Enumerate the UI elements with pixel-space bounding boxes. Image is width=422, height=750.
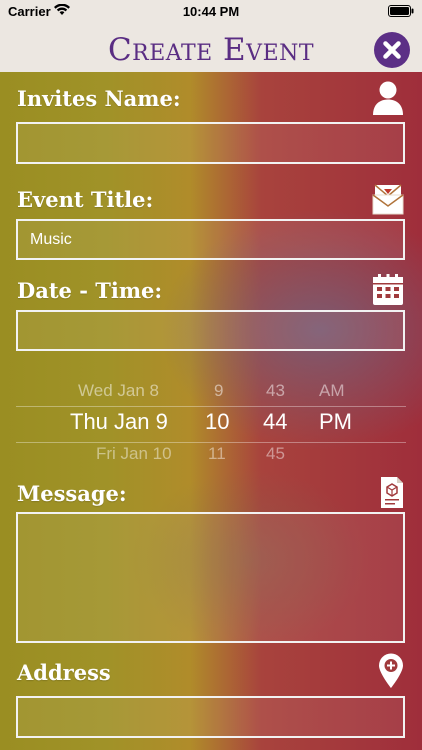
calendar-icon[interactable] <box>372 273 404 306</box>
picker-period: PM <box>319 409 352 434</box>
date-time-input[interactable] <box>16 310 405 351</box>
picker-date: Thu Jan 9 <box>70 409 168 434</box>
picker-date: Fri Jan 10 <box>96 444 172 463</box>
picker-period: AM <box>319 381 345 400</box>
picker-hour: 10 <box>205 409 230 434</box>
picker-minute: 45 <box>266 444 285 463</box>
picker-row-selected[interactable]: Thu Jan 9 10 44 PM <box>16 409 406 439</box>
close-button[interactable] <box>374 32 410 68</box>
status-time: 10:44 PM <box>182 4 240 19</box>
event-title-label: Event Title: <box>17 187 154 212</box>
picker-hour: 11 <box>208 444 226 463</box>
picker-minute: 44 <box>263 409 288 434</box>
invites-name-input[interactable] <box>16 122 405 164</box>
picker-divider-bottom <box>16 442 406 443</box>
date-time-label: Date - Time: <box>17 278 163 303</box>
picker-hour: 9 <box>214 381 224 400</box>
navigation-bar: Create Event <box>0 22 422 72</box>
picker-date: Wed Jan 8 <box>78 381 159 400</box>
event-title-input[interactable]: Music <box>16 219 405 260</box>
map-pin-icon[interactable] <box>378 653 404 689</box>
envelope-icon[interactable] <box>372 181 404 215</box>
address-label: Address <box>17 660 111 685</box>
close-icon <box>383 41 401 59</box>
date-time-picker[interactable]: Wed Jan 8 9 43 AM Thu Jan 9 10 44 PM Fri… <box>16 376 406 472</box>
picker-row-previous[interactable]: Wed Jan 8 9 43 AM <box>16 381 406 411</box>
picker-row-next[interactable]: Fri Jan 10 11 45 <box>16 444 406 474</box>
document-icon[interactable] <box>380 476 404 509</box>
page-title: Create Event <box>107 32 315 68</box>
message-input[interactable] <box>16 512 405 643</box>
user-icon[interactable] <box>372 80 404 116</box>
status-bar: Carrier 10:44 PM <box>0 0 422 22</box>
invites-name-label: Invites Name: <box>17 86 181 111</box>
address-input[interactable] <box>16 696 405 738</box>
battery-icon <box>388 5 414 17</box>
picker-minute: 43 <box>266 381 285 400</box>
message-label: Message: <box>17 481 127 506</box>
